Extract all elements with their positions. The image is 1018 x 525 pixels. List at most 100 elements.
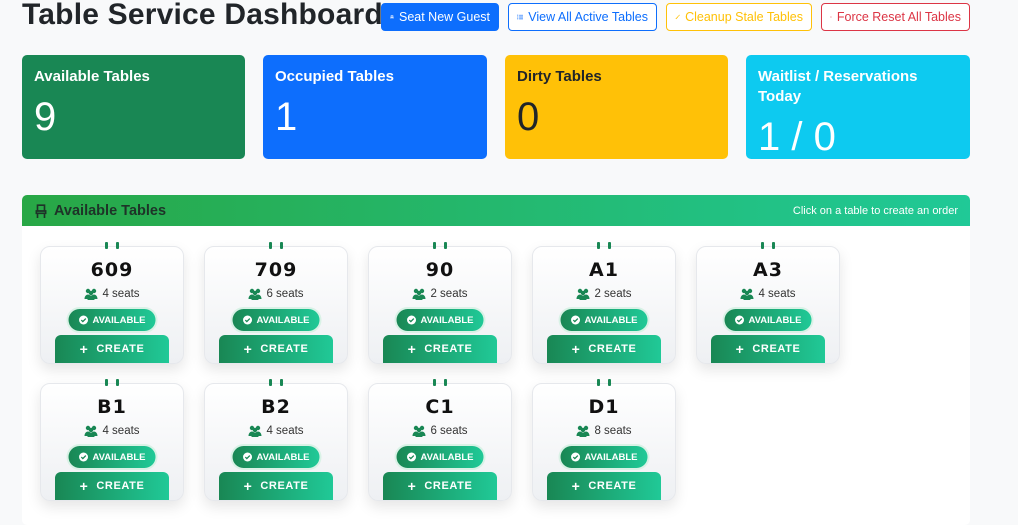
status-label: AVAILABLE — [584, 314, 638, 326]
table-name: B1 — [97, 396, 127, 418]
users-icon — [412, 425, 426, 437]
chair-marker — [608, 379, 611, 386]
seat-count-label: 8 seats — [594, 425, 632, 437]
seat-new-guest-label: Seat New Guest — [398, 10, 490, 24]
view-all-active-tables-label: View All Active Tables — [528, 10, 648, 24]
stat-value: 1 — [275, 95, 298, 139]
seat-count-label: 6 seats — [266, 288, 304, 300]
table-card[interactable]: C1 6 seats AVAILABLE + CREATE — [368, 379, 512, 501]
table-name: A1 — [589, 259, 619, 281]
chair-marker — [280, 242, 283, 249]
create-label: CREATE — [260, 480, 309, 492]
chair-markers — [433, 379, 447, 386]
panel-hint: Click on a table to create an order — [792, 204, 958, 217]
list-icon — [517, 14, 524, 20]
status-label: AVAILABLE — [256, 314, 310, 326]
plus-icon: + — [407, 341, 417, 357]
stat-card-waitlist: Waitlist / Reservations Today 1 / 0 — [746, 55, 970, 159]
chair-marker — [116, 242, 119, 249]
chair-icon — [35, 203, 47, 218]
plus-icon: + — [407, 478, 417, 494]
stat-card-occupied: Occupied Tables 1 — [263, 55, 487, 159]
users-icon — [248, 425, 262, 437]
seat-count-label: 4 seats — [102, 425, 140, 437]
plus-icon: + — [243, 478, 253, 494]
create-order-button[interactable]: + CREATE — [219, 472, 333, 500]
status-badge: AVAILABLE — [68, 309, 156, 331]
table-name: B2 — [261, 396, 291, 418]
page-header: Table Service Dashboard Seat New Guest V… — [22, 0, 972, 34]
chair-marker — [761, 242, 764, 249]
stat-label: Occupied Tables — [275, 68, 394, 85]
cleanup-stale-tables-button[interactable]: Cleanup Stale Tables — [666, 3, 812, 31]
create-label: CREATE — [424, 480, 473, 492]
table-card[interactable]: 709 6 seats AVAILABLE + CREATE — [204, 242, 348, 364]
seat-count: 2 seats — [369, 288, 511, 300]
table-card[interactable]: A3 4 seats AVAILABLE + CREATE — [696, 242, 840, 364]
create-order-button[interactable]: + CREATE — [55, 335, 169, 363]
seat-new-guest-button[interactable]: Seat New Guest — [381, 3, 499, 31]
status-label: AVAILABLE — [92, 451, 146, 463]
table-card[interactable]: 609 4 seats AVAILABLE + CREATE — [40, 242, 184, 364]
users-icon — [248, 288, 262, 300]
chair-marker — [444, 242, 447, 249]
panel-title: Available Tables — [34, 203, 166, 219]
view-all-active-tables-button[interactable]: View All Active Tables — [508, 3, 657, 31]
users-icon — [740, 288, 754, 300]
users-icon — [576, 425, 590, 437]
status-badge: AVAILABLE — [560, 446, 648, 468]
seat-count: 2 seats — [533, 288, 675, 300]
users-icon — [412, 288, 426, 300]
seat-count: 8 seats — [533, 425, 675, 437]
chair-markers — [597, 242, 611, 249]
create-label: CREATE — [588, 343, 637, 355]
check-circle-icon — [571, 452, 581, 462]
chair-markers — [269, 379, 283, 386]
users-icon — [576, 288, 590, 300]
chair-marker — [280, 379, 283, 386]
table-card[interactable]: B2 4 seats AVAILABLE + CREATE — [204, 379, 348, 501]
check-circle-icon — [735, 315, 745, 325]
page-title: Table Service Dashboard — [22, 0, 383, 31]
create-label: CREATE — [96, 480, 145, 492]
chair-marker — [597, 242, 600, 249]
users-icon — [84, 288, 98, 300]
table-name: A3 — [753, 259, 783, 281]
status-label: AVAILABLE — [420, 451, 474, 463]
table-name: 709 — [254, 259, 298, 281]
status-badge: AVAILABLE — [232, 446, 320, 468]
table-card[interactable]: B1 4 seats AVAILABLE + CREATE — [40, 379, 184, 501]
table-name: 609 — [90, 259, 134, 281]
check-circle-icon — [243, 452, 253, 462]
chair-markers — [269, 242, 283, 249]
create-label: CREATE — [96, 343, 145, 355]
create-order-button[interactable]: + CREATE — [711, 335, 825, 363]
create-order-button[interactable]: + CREATE — [383, 472, 497, 500]
chair-marker — [772, 242, 775, 249]
table-card[interactable]: D1 8 seats AVAILABLE + CREATE — [532, 379, 676, 501]
stat-card-available: Available Tables 9 — [22, 55, 245, 159]
create-order-button[interactable]: + CREATE — [55, 472, 169, 500]
plus-icon: + — [79, 341, 89, 357]
chair-marker — [444, 379, 447, 386]
stat-label: Dirty Tables — [517, 68, 602, 85]
create-order-button[interactable]: + CREATE — [547, 335, 661, 363]
plus-icon: + — [243, 341, 253, 357]
table-card[interactable]: 90 2 seats AVAILABLE + CREATE — [368, 242, 512, 364]
force-reset-all-tables-button[interactable]: Force Reset All Tables — [821, 3, 970, 31]
stat-value: 0 — [517, 95, 540, 139]
check-circle-icon — [407, 452, 417, 462]
create-order-button[interactable]: + CREATE — [383, 335, 497, 363]
seat-count-label: 4 seats — [758, 288, 796, 300]
cleanup-stale-tables-label: Cleanup Stale Tables — [685, 10, 803, 24]
stat-card-dirty: Dirty Tables 0 — [505, 55, 728, 159]
table-card[interactable]: A1 2 seats AVAILABLE + CREATE — [532, 242, 676, 364]
users-icon — [84, 425, 98, 437]
create-label: CREATE — [260, 343, 309, 355]
chair-markers — [105, 379, 119, 386]
table-name: C1 — [425, 396, 455, 418]
create-order-button[interactable]: + CREATE — [547, 472, 661, 500]
create-label: CREATE — [588, 480, 637, 492]
chair-icon — [390, 15, 394, 19]
create-order-button[interactable]: + CREATE — [219, 335, 333, 363]
